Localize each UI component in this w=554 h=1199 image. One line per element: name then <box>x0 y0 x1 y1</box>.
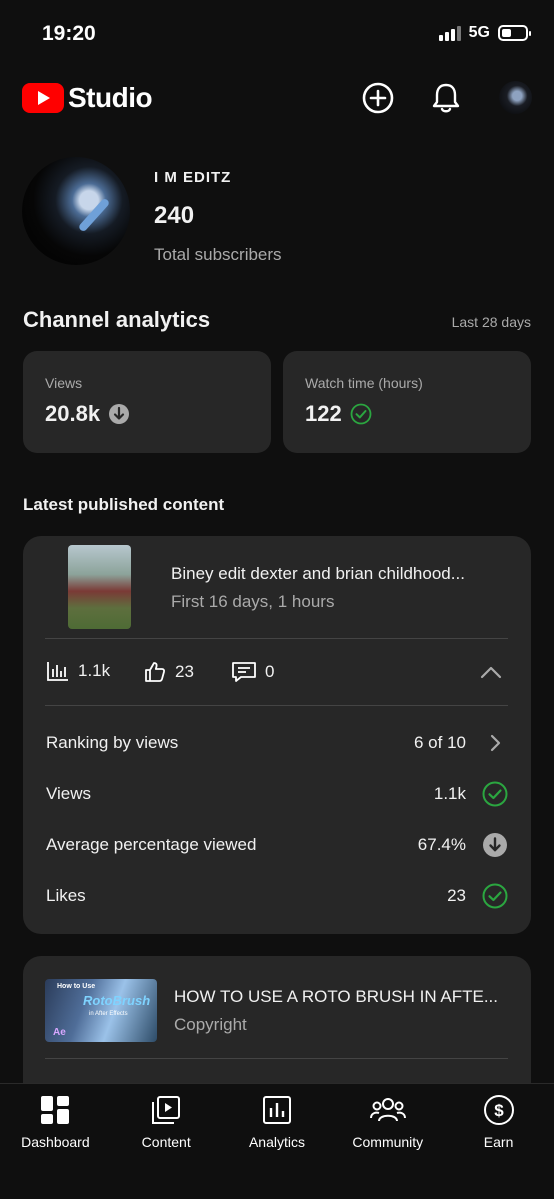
metric-value: 1.1k <box>433 784 466 803</box>
app-header: Studio <box>22 78 532 120</box>
latest-content-title: Latest published content <box>23 495 225 514</box>
divider <box>45 638 508 639</box>
metric-label: Ranking by views <box>46 733 179 752</box>
video-title[interactable]: Biney edit dexter and brian childhood... <box>171 564 465 584</box>
check-circle-icon <box>350 403 372 425</box>
avg-viewed-row: Average percentage viewed 67.4% <box>46 830 508 860</box>
brand-label: Studio <box>68 82 153 113</box>
channel-name: I M EDITZ <box>154 169 232 186</box>
nav-community[interactable]: Community <box>332 1084 443 1199</box>
video-views-stat: 1.1k <box>46 660 110 682</box>
nav-earn[interactable]: $ Earn <box>443 1084 554 1199</box>
account-avatar[interactable] <box>499 81 532 114</box>
metric-label: Views <box>46 784 92 803</box>
watch-time-card-value: 122 <box>305 401 342 426</box>
watch-time-card[interactable]: Watch time (hours) 122 <box>283 351 531 453</box>
create-button[interactable] <box>360 80 396 116</box>
views-card[interactable]: Views 20.8k <box>23 351 271 453</box>
channel-profile: I M EDITZ 240 Total subscribers <box>22 157 532 267</box>
video-thumbnail[interactable] <box>68 545 131 629</box>
after-effects-logo: Ae <box>53 1027 66 1038</box>
views-card-label: Views <box>45 375 83 391</box>
notifications-button[interactable] <box>428 80 464 116</box>
arrow-down-icon <box>109 404 130 424</box>
network-label: 5G <box>468 24 490 41</box>
analytics-icon <box>262 1096 291 1124</box>
thumb-text: RotoBrush <box>83 993 151 1008</box>
dashboard-icon <box>41 1096 70 1124</box>
nav-label: Content <box>141 1134 191 1150</box>
metric-value: 6 of 10 <box>414 733 466 752</box>
thumb-text: in After Effects <box>89 1011 128 1017</box>
bar-chart-icon <box>47 662 68 681</box>
chevron-up-icon <box>480 666 502 679</box>
content-card: Biney edit dexter and brian childhood...… <box>23 536 531 934</box>
signal-icon <box>438 25 461 41</box>
video-likes-value: 23 <box>175 662 194 681</box>
subscriber-label: Total subscribers <box>154 245 282 264</box>
youtube-studio-logo[interactable]: Studio <box>22 82 153 114</box>
subscriber-count: 240 <box>154 202 195 229</box>
divider <box>45 705 508 706</box>
arrow-down-icon <box>483 833 507 857</box>
dollar-circle-icon: $ <box>483 1095 514 1125</box>
views-card-value: 20.8k <box>45 401 101 426</box>
video-likes-stat: 23 <box>143 660 194 684</box>
metric-value: 67.4% <box>417 835 466 854</box>
nav-label: Earn <box>483 1134 514 1150</box>
nav-label: Dashboard <box>21 1134 90 1150</box>
community-icon <box>369 1098 406 1122</box>
watch-time-card-label: Watch time (hours) <box>305 375 423 391</box>
video-subtitle: First 16 days, 1 hours <box>171 592 335 611</box>
chevron-right-icon <box>490 734 501 752</box>
video-views-value: 1.1k <box>78 661 111 680</box>
divider <box>45 1058 508 1059</box>
youtube-play-icon <box>22 83 64 113</box>
video-comments-stat: 0 <box>231 660 274 684</box>
channel-avatar[interactable] <box>22 157 130 265</box>
check-circle-icon <box>482 781 508 807</box>
status-bar: 19:20 5G <box>0 0 554 70</box>
thumbs-up-icon <box>145 662 166 682</box>
comment-icon <box>232 662 256 682</box>
analytics-range: Last 28 days <box>451 314 531 330</box>
battery-icon <box>498 25 531 41</box>
metric-value: 23 <box>447 886 466 905</box>
views-metric-row: Views 1.1k <box>46 779 508 809</box>
video-thumbnail[interactable]: How to Use RotoBrush in After Effects Ae <box>45 979 157 1042</box>
svg-text:$: $ <box>494 1101 504 1120</box>
metric-label: Likes <box>46 886 86 905</box>
nav-dashboard[interactable]: Dashboard <box>0 1084 111 1199</box>
video-subtitle: Copyright <box>174 1015 247 1034</box>
bell-icon <box>432 83 460 113</box>
status-time: 19:20 <box>42 22 96 45</box>
video-comments-value: 0 <box>265 662 275 681</box>
nav-analytics[interactable]: Analytics <box>222 1084 333 1199</box>
collapse-button[interactable] <box>479 662 503 687</box>
check-circle-icon <box>482 883 508 909</box>
nav-label: Analytics <box>248 1134 305 1150</box>
video-library-icon <box>152 1096 181 1124</box>
analytics-title: Channel analytics <box>23 307 211 332</box>
metric-label: Average percentage viewed <box>46 835 257 854</box>
nav-content[interactable]: Content <box>111 1084 222 1199</box>
bottom-nav: Dashboard Content Analytics Community $ … <box>0 1083 554 1199</box>
nav-label: Community <box>352 1134 424 1150</box>
video-title[interactable]: HOW TO USE A ROTO BRUSH IN AFTE... <box>174 987 498 1007</box>
add-circle-icon <box>362 82 394 114</box>
thumb-text: How to Use <box>57 983 96 990</box>
ranking-row[interactable]: Ranking by views 6 of 10 <box>46 728 508 758</box>
likes-metric-row: Likes 23 <box>46 881 508 911</box>
